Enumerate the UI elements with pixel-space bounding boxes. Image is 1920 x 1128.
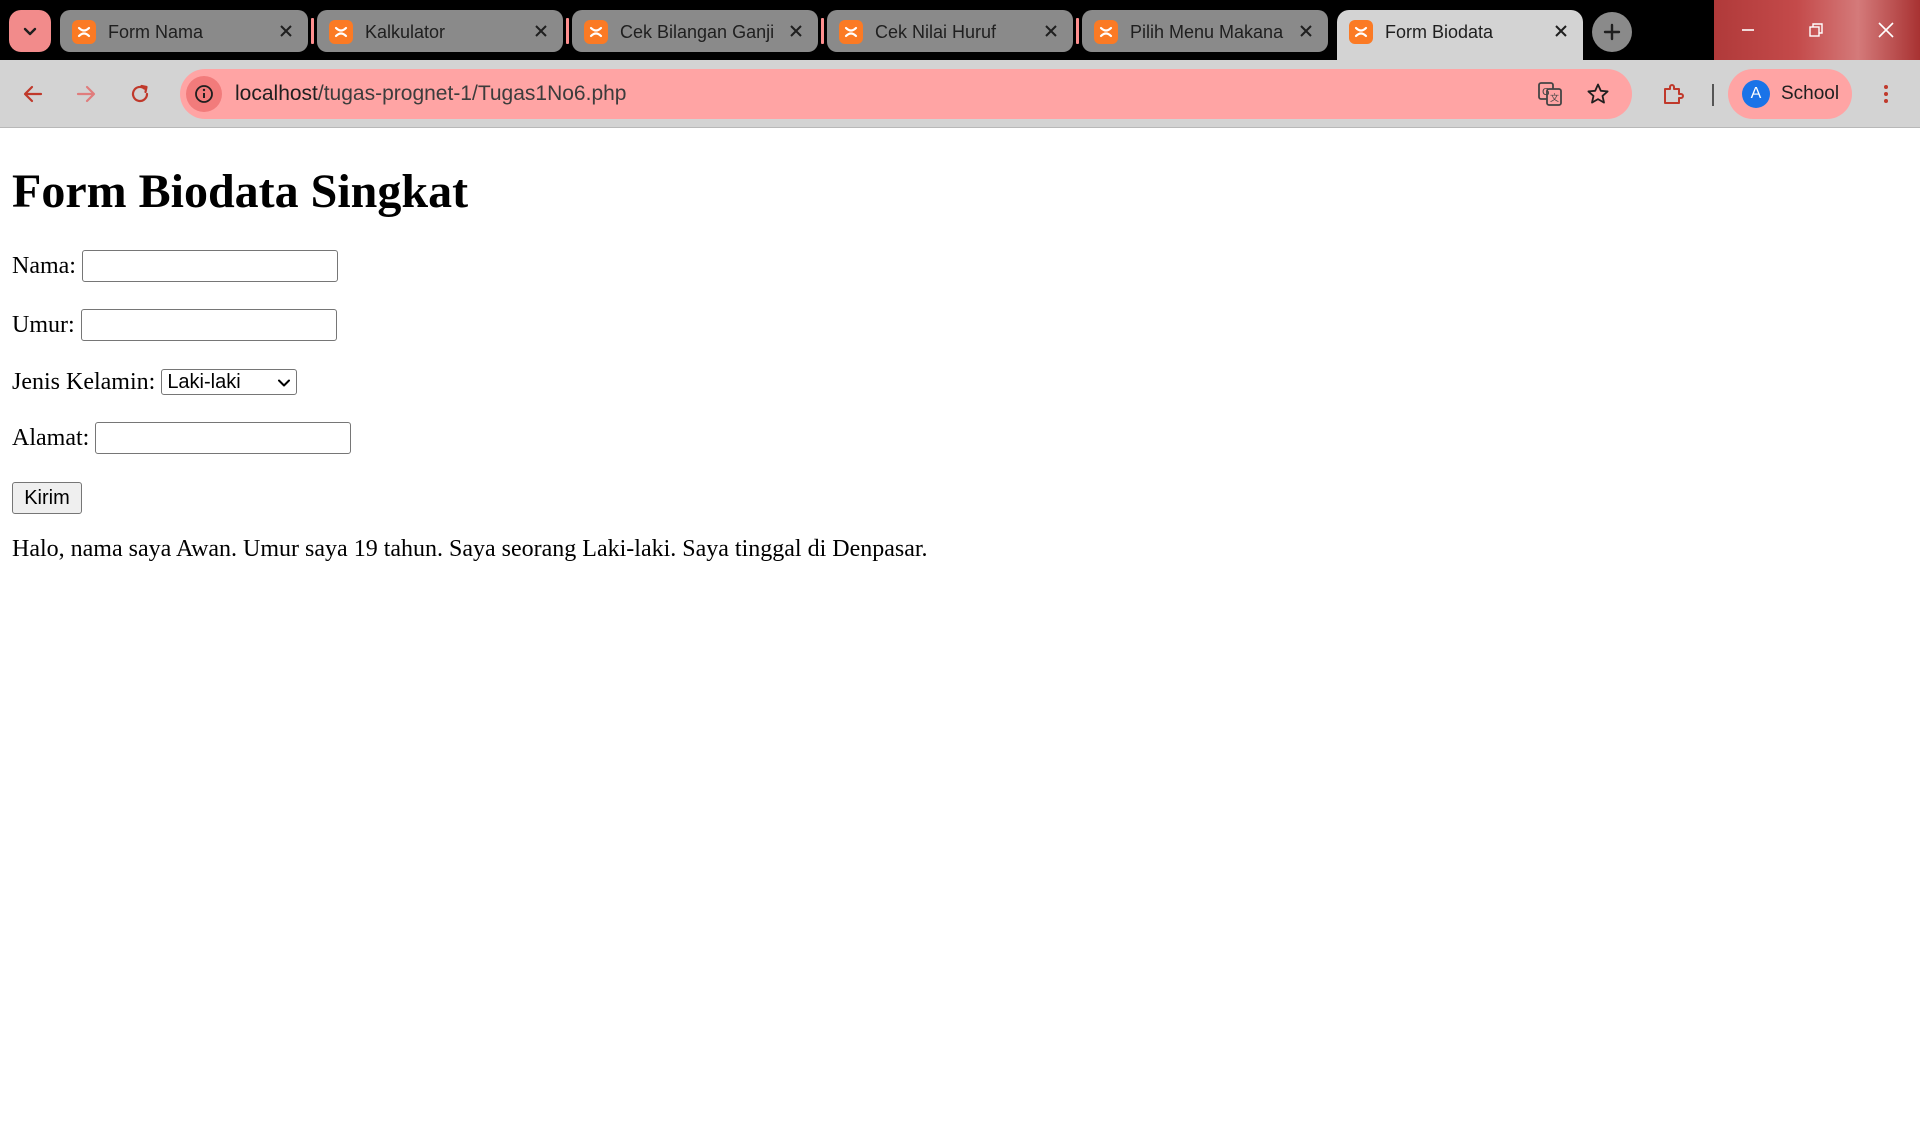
restore-icon xyxy=(1809,23,1823,37)
arrow-left-icon xyxy=(23,85,43,103)
tab-separator xyxy=(566,18,569,44)
tab-search-button[interactable] xyxy=(9,10,51,52)
alamat-row: Alamat: xyxy=(12,422,352,454)
alamat-input[interactable] xyxy=(95,422,352,454)
tab-title: Kalkulator xyxy=(365,22,446,42)
translate-button[interactable]: G文 xyxy=(1534,78,1566,110)
toolbar-divider xyxy=(1712,84,1714,106)
profile-button[interactable]: A School xyxy=(1728,69,1852,119)
kirim-button[interactable]: Kirim xyxy=(12,482,82,514)
minimize-icon xyxy=(1742,29,1754,31)
more-vert-icon xyxy=(1884,85,1888,103)
svg-text:文: 文 xyxy=(1550,92,1559,104)
tab-strip: Form Nama Kalkulator Cek Bilangan Ganjil… xyxy=(0,0,1920,60)
bookmark-button[interactable] xyxy=(1582,78,1614,110)
gender-select[interactable]: Laki-laki xyxy=(161,369,298,395)
address-url[interactable]: localhost/tugas-prognet-1/Tugas1No6.php xyxy=(235,82,626,106)
page-content: Form Biodata Singkat Nama: Umur: Jenis K… xyxy=(0,129,1920,1128)
minimize-button[interactable] xyxy=(1714,0,1782,60)
tab-title: Cek Nilai Huruf xyxy=(875,22,997,42)
address-bar[interactable]: localhost/tugas-prognet-1/Tugas1No6.php … xyxy=(180,69,1632,119)
tab-separator xyxy=(821,18,824,44)
reload-icon xyxy=(131,84,149,103)
xampp-favicon-icon xyxy=(72,20,96,44)
xampp-favicon-icon xyxy=(1349,20,1373,44)
star-icon xyxy=(1587,83,1609,104)
chevron-down-icon xyxy=(23,27,37,36)
xampp-favicon-icon xyxy=(329,20,353,44)
nama-input[interactable] xyxy=(81,250,338,282)
xampp-favicon-icon xyxy=(584,20,608,44)
gender-row: Jenis Kelamin: Laki-laki xyxy=(12,368,298,396)
plus-icon xyxy=(1603,23,1621,41)
tab-separator xyxy=(1076,18,1079,44)
tab-kalkulator[interactable]: Kalkulator xyxy=(317,10,563,52)
chevron-down-icon xyxy=(278,379,291,387)
close-icon[interactable] xyxy=(1039,19,1063,43)
umur-row: Umur: xyxy=(12,309,337,341)
puzzle-piece-icon xyxy=(1664,84,1684,104)
arrow-right-icon xyxy=(76,85,96,103)
url-host: localhost xyxy=(235,82,318,105)
extensions-button[interactable] xyxy=(1653,74,1693,114)
reload-button[interactable] xyxy=(120,74,160,114)
url-path: /tugas-prognet-1/Tugas1No6.php xyxy=(317,82,627,105)
forward-button[interactable] xyxy=(66,74,106,114)
tab-title: Pilih Menu Makanan xyxy=(1130,22,1284,42)
tab-cek-bilangan[interactable]: Cek Bilangan Ganjil xyxy=(572,10,818,52)
close-icon[interactable] xyxy=(784,19,808,43)
translate-icon: G文 xyxy=(1538,82,1562,106)
tab-cek-nilai[interactable]: Cek Nilai Huruf xyxy=(827,10,1073,52)
close-icon[interactable] xyxy=(529,19,553,43)
result-text: Halo, nama saya Awan. Umur saya 19 tahun… xyxy=(12,536,928,562)
xampp-favicon-icon xyxy=(1094,20,1118,44)
restore-button[interactable] xyxy=(1782,0,1850,60)
close-icon[interactable] xyxy=(274,19,298,43)
close-icon[interactable] xyxy=(1294,19,1318,43)
close-icon[interactable] xyxy=(1549,19,1573,43)
info-icon xyxy=(195,85,213,103)
menu-button[interactable] xyxy=(1866,74,1906,114)
xampp-favicon-icon xyxy=(839,20,863,44)
nama-label: Nama: xyxy=(12,253,76,279)
window-controls xyxy=(1714,0,1920,60)
tab-pilih-menu[interactable]: Pilih Menu Makanan xyxy=(1082,10,1328,52)
tab-title: Cek Bilangan Ganjil xyxy=(620,22,774,42)
new-tab-button[interactable] xyxy=(1592,12,1632,52)
tab-form-biodata[interactable]: Form Biodata xyxy=(1337,10,1583,60)
site-info-button[interactable] xyxy=(186,76,222,112)
gender-label: Jenis Kelamin: xyxy=(12,369,156,395)
avatar: A xyxy=(1742,80,1770,108)
tab-separator xyxy=(311,18,314,44)
umur-input[interactable] xyxy=(80,309,337,341)
profile-name: School xyxy=(1781,83,1840,104)
nama-row: Nama: xyxy=(12,250,338,282)
gender-selected-value: Laki-laki xyxy=(167,371,241,393)
browser-toolbar: localhost/tugas-prognet-1/Tugas1No6.php … xyxy=(0,60,1920,128)
back-button[interactable] xyxy=(13,74,53,114)
umur-label: Umur: xyxy=(12,312,75,338)
page-title: Form Biodata Singkat xyxy=(12,165,469,218)
close-window-button[interactable] xyxy=(1852,0,1920,60)
tab-title: Form Biodata xyxy=(1385,22,1494,42)
tab-title: Form Nama xyxy=(108,22,204,42)
tab-form-nama[interactable]: Form Nama xyxy=(60,10,308,52)
close-icon xyxy=(1878,22,1894,38)
svg-text:G: G xyxy=(1542,87,1550,98)
alamat-label: Alamat: xyxy=(12,425,90,451)
